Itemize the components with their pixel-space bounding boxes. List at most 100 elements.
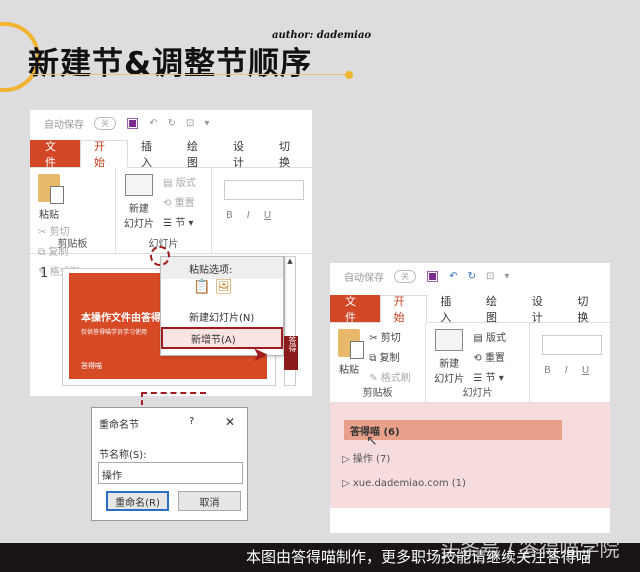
copy-label: 复制 <box>379 353 400 364</box>
section-name-input[interactable]: 操作 <box>98 462 243 484</box>
new-slide-label: 新建 <box>439 359 460 370</box>
tab-transitions[interactable]: 切换 <box>266 140 312 169</box>
new-slide-icon <box>435 329 464 351</box>
cut-button[interactable]: ✂ 剪切 <box>369 329 411 344</box>
bold-button[interactable]: B <box>226 210 233 221</box>
redo-icon[interactable]: ↻ <box>468 271 476 282</box>
save-icon[interactable]: ▣ <box>126 115 139 131</box>
paste-button[interactable]: 粘贴 <box>338 327 364 376</box>
tab-insert[interactable]: 插入 <box>128 140 174 169</box>
autosave-toggle[interactable]: 关 <box>94 116 116 130</box>
tab-insert[interactable]: 插入 <box>427 295 473 324</box>
ribbon: 粘贴 ✂ 剪切 ⧉ 复制 ✎ 格式刷 剪贴板 新建幻灯片 ▤ 版式 ⟲ 重置 ☰… <box>30 168 312 278</box>
presenter-icon[interactable]: ⊡ <box>186 118 194 129</box>
paste-icon <box>338 329 364 359</box>
thumb-title: 本操作文件由答得 <box>81 313 161 324</box>
clipboard-group-label: 剪贴板 <box>362 388 393 399</box>
rename-button[interactable]: 重命名(R) <box>106 491 169 511</box>
customize-qat-icon[interactable]: ▾ <box>204 118 209 129</box>
tab-home[interactable]: 开始 <box>379 295 428 324</box>
format-painter-button[interactable]: ✎ 格式刷 <box>369 369 411 384</box>
tab-file[interactable]: 文件 <box>30 140 80 169</box>
layout-label: 版式 <box>175 178 196 189</box>
quick-access-toolbar: 自动保存 关 ▣ ↶ ↻ ⊡ ▾ <box>330 263 610 289</box>
cancel-button[interactable]: 取消 <box>178 491 241 511</box>
redo-icon[interactable]: ↻ <box>168 118 176 129</box>
slides-group: 新建 幻灯片 ▤ 版式 ⟲ 重置 ☰ 节 ▾ 幻灯片 <box>426 323 530 402</box>
tab-home[interactable]: 开始 <box>80 140 128 169</box>
close-icon[interactable]: ✕ <box>225 415 235 429</box>
tab-file[interactable]: 文件 <box>330 295 380 324</box>
font-name-box[interactable] <box>542 335 602 355</box>
undo-icon[interactable]: ↶ <box>449 271 457 282</box>
paste-options-heading: 粘贴选项: <box>161 257 283 279</box>
section-xue-label: xue.dademiao.com (1) <box>352 478 466 489</box>
title-underline <box>30 74 350 75</box>
tab-design[interactable]: 设计 <box>220 140 266 169</box>
thumb-logo: 答得喵 <box>81 362 102 370</box>
presenter-icon[interactable]: ⊡ <box>486 271 494 282</box>
badge: 答得 <box>284 336 298 370</box>
new-slide-icon <box>124 174 153 196</box>
tab-draw[interactable]: 绘图 <box>174 140 220 169</box>
clipboard-group: 粘贴 ✂ 剪切 ⧉ 复制 ✎ 格式刷 剪贴板 <box>330 323 427 402</box>
connector-line-h <box>141 392 206 394</box>
new-slide-button[interactable]: 新建 幻灯片 <box>434 327 464 385</box>
tab-draw[interactable]: 绘图 <box>473 295 519 324</box>
footer-bar: 本图由答得喵制作，更多职场技能请继续关注答得喵 头条号 / 答得喵学院 <box>0 543 640 572</box>
paste-button[interactable]: 粘贴 <box>38 172 64 221</box>
tab-transitions[interactable]: 切换 <box>564 295 610 324</box>
layout-label: 版式 <box>486 333 507 344</box>
author-label: author: dademiao <box>272 30 372 41</box>
section-header-xue[interactable]: ▷ xue.dademiao.com (1) <box>342 478 466 489</box>
font-name-box[interactable] <box>224 180 304 200</box>
watermark: 头条号 / 答得喵学院 <box>440 543 620 561</box>
new-slide-button[interactable]: 新建 幻灯片 <box>124 172 154 230</box>
layout-button[interactable]: ▤ 版式 <box>163 174 196 189</box>
paste-option-icons[interactable]: 📋 🖼 <box>161 279 283 305</box>
dialog-title: 重命名节 <box>99 420 139 431</box>
customize-qat-icon[interactable]: ▾ <box>504 271 509 282</box>
menu-item-new-slide[interactable]: 新建幻灯片(N) <box>161 305 283 327</box>
bold-button[interactable]: B <box>544 365 551 376</box>
ribbon-tabs: 文件 开始 插入 绘图 设计 切换 <box>30 140 312 169</box>
decorative-dot <box>345 71 353 79</box>
section-button[interactable]: ☰ 节 ▾ <box>473 369 506 384</box>
cut-label: 剪切 <box>380 333 401 344</box>
autosave-toggle[interactable]: 关 <box>394 269 416 283</box>
layout-button[interactable]: ▤ 版式 <box>473 329 506 344</box>
paste-label: 粘贴 <box>39 210 59 221</box>
italic-button[interactable]: I <box>565 365 568 376</box>
section-button[interactable]: ☰ 节 ▾ <box>163 214 196 229</box>
clipboard-group: 粘贴 ✂ 剪切 ⧉ 复制 ✎ 格式刷 剪贴板 <box>30 168 116 278</box>
slide-number: 1 <box>40 266 49 281</box>
sections-pane: 答得喵 (6) ↖ ▷ 操作 (7) ▷ xue.dademiao.com (1… <box>330 403 610 508</box>
tab-design[interactable]: 设计 <box>519 295 565 324</box>
autosave-label: 自动保存 <box>344 272 384 284</box>
powerpoint-window-left: 自动保存 关 ▣ ↶ ↻ ⊡ ▾ 文件 开始 插入 绘图 设计 切换 粘贴 ✂ … <box>30 110 312 396</box>
reset-button[interactable]: ⟲ 重置 <box>473 349 506 364</box>
cursor-icon: ➤ <box>252 342 269 366</box>
powerpoint-window-right: 自动保存 关 ▣ ↶ ↻ ⊡ ▾ 文件 开始 插入 绘图 设计 切换 粘贴 ✂ … <box>330 263 610 533</box>
reset-label: 重置 <box>174 198 195 209</box>
copy-button[interactable]: ⧉ 复制 <box>369 349 411 364</box>
clipboard-group-label: 剪贴板 <box>57 239 88 250</box>
section-header-operation[interactable]: ▷ 操作 (7) <box>342 450 390 465</box>
reset-button[interactable]: ⟲ 重置 <box>163 194 196 209</box>
undo-icon[interactable]: ↶ <box>149 118 157 129</box>
underline-button[interactable]: U <box>582 365 589 376</box>
slide-pane: 1 本操作文件由答得 仅供答得喵学员学习使用 答得喵 ▲ 粘贴选项: 📋 🖼 新… <box>30 246 312 394</box>
underline-button[interactable]: U <box>264 210 271 221</box>
italic-button[interactable]: I <box>247 210 250 221</box>
paste-icon <box>38 174 64 204</box>
font-group: BIU <box>530 323 610 402</box>
help-button[interactable]: ? <box>189 416 194 427</box>
thumb-subtitle: 仅供答得喵学员学习使用 <box>81 329 148 336</box>
save-icon[interactable]: ▣ <box>426 268 439 284</box>
slides-group-label: 幻灯片 <box>462 388 493 399</box>
ribbon: 粘贴 ✂ 剪切 ⧉ 复制 ✎ 格式刷 剪贴板 新建幻灯片 ▤ 版式 ⟲ 重置 ☰… <box>330 323 610 403</box>
section-label: 节 <box>175 218 186 229</box>
slides-group: 新建 幻灯片 ▤ 版式 ⟲ 重置 ☰ 节 ▾ 幻灯片 <box>116 168 212 253</box>
ribbon-tabs: 文件 开始 插入 绘图 设计 切换 <box>330 295 610 324</box>
page-title: 新建节&调整节顺序 <box>28 46 313 82</box>
